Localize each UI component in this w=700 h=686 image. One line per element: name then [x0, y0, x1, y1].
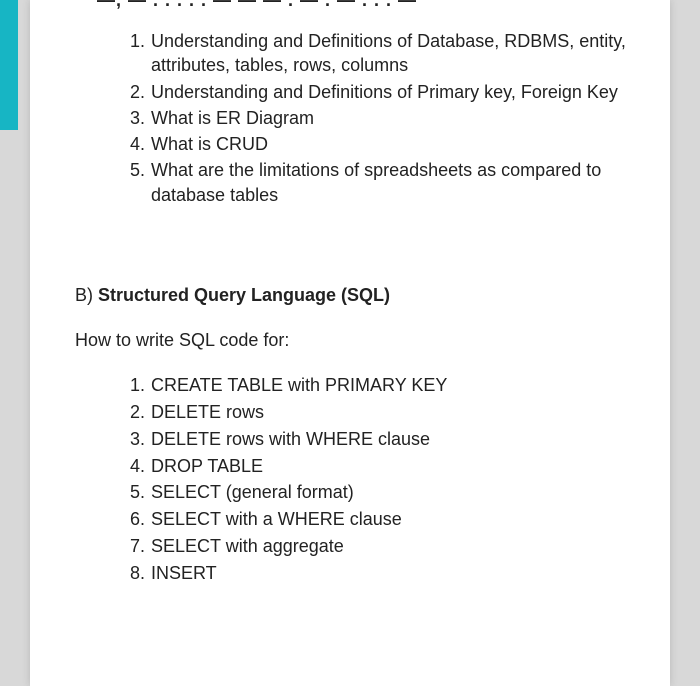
list-item: 3. DELETE rows with WHERE clause: [123, 427, 635, 452]
section-b-subtitle: How to write SQL code for:: [75, 330, 635, 351]
item-text: Understanding and Definitions of Primary…: [151, 82, 618, 102]
item-text: SELECT with aggregate: [151, 536, 344, 556]
item-text: Understanding and Definitions of Databas…: [151, 31, 626, 75]
section-b-label: B): [75, 285, 93, 305]
item-number: 3.: [123, 427, 145, 452]
item-text: What is CRUD: [151, 134, 268, 154]
item-number: 5.: [123, 480, 145, 505]
list-item: 4. What is CRUD: [123, 132, 635, 156]
item-number: 3.: [123, 106, 145, 130]
list-item: 2. DELETE rows: [123, 400, 635, 425]
item-number: 5.: [123, 158, 145, 182]
item-text: DELETE rows with WHERE clause: [151, 429, 430, 449]
list-item: 7. SELECT with aggregate: [123, 534, 635, 559]
section-b-heading: B) Structured Query Language (SQL): [75, 285, 635, 306]
item-number: 8.: [123, 561, 145, 586]
list-item: 6. SELECT with a WHERE clause: [123, 507, 635, 532]
item-number: 1.: [123, 29, 145, 53]
document-page: —, — . . . . . — — — . — . — . . . — 1. …: [30, 0, 670, 686]
item-number: 2.: [123, 80, 145, 104]
item-number: 1.: [123, 373, 145, 398]
list-item: 1. CREATE TABLE with PRIMARY KEY: [123, 373, 635, 398]
list-item: 5. SELECT (general format): [123, 480, 635, 505]
item-text: SELECT with a WHERE clause: [151, 509, 402, 529]
section-b-title: Structured Query Language (SQL): [98, 285, 390, 305]
cutoff-heading: —, — . . . . . — — — . — . — . . . —: [97, 0, 635, 11]
item-text: DROP TABLE: [151, 456, 263, 476]
list-item: 5. What are the limitations of spreadshe…: [123, 158, 635, 207]
list-item: 3. What is ER Diagram: [123, 106, 635, 130]
item-number: 6.: [123, 507, 145, 532]
item-text: INSERT: [151, 563, 217, 583]
item-number: 2.: [123, 400, 145, 425]
scroll-indicator[interactable]: [0, 0, 18, 130]
item-number: 4.: [123, 132, 145, 156]
item-text: SELECT (general format): [151, 482, 354, 502]
item-text: What are the limitations of spreadsheets…: [151, 160, 601, 204]
list-item: 4. DROP TABLE: [123, 454, 635, 479]
section-b-list: 1. CREATE TABLE with PRIMARY KEY 2. DELE…: [123, 373, 635, 586]
item-text: What is ER Diagram: [151, 108, 314, 128]
item-text: DELETE rows: [151, 402, 264, 422]
list-item: 1. Understanding and Definitions of Data…: [123, 29, 635, 78]
item-text: CREATE TABLE with PRIMARY KEY: [151, 375, 447, 395]
list-item: 8. INSERT: [123, 561, 635, 586]
section-a-list: 1. Understanding and Definitions of Data…: [123, 29, 635, 207]
item-number: 4.: [123, 454, 145, 479]
list-item: 2. Understanding and Definitions of Prim…: [123, 80, 635, 104]
item-number: 7.: [123, 534, 145, 559]
